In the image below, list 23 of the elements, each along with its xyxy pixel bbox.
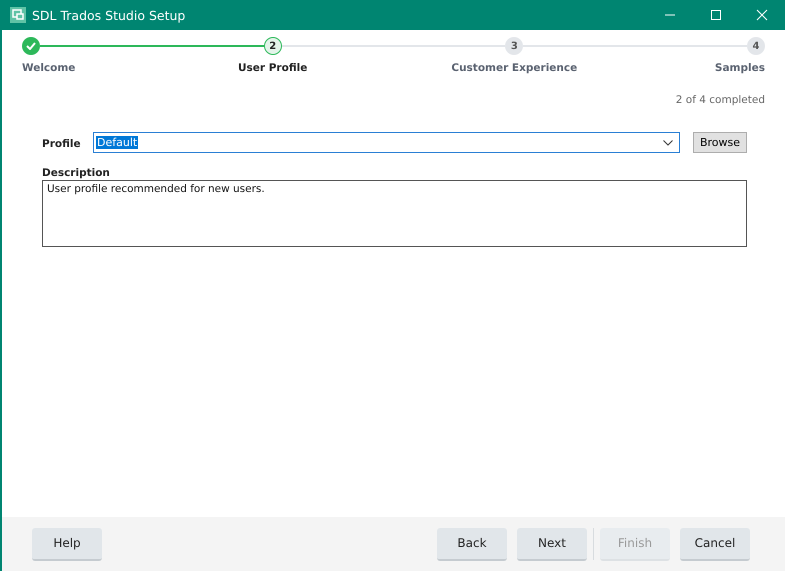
step-circle: 2 <box>264 37 282 55</box>
maximize-icon[interactable] <box>710 9 722 21</box>
description-label: Description <box>42 167 111 179</box>
footer-button[interactable]: Help <box>32 528 102 560</box>
step-label: Customer Experience <box>451 62 578 74</box>
step-label: Welcome <box>22 62 76 74</box>
step-circle: 3 <box>505 37 524 55</box>
step-circle: 4 <box>747 37 766 55</box>
app-icon <box>10 7 26 23</box>
check-icon <box>26 42 36 50</box>
progress-text: 2 of 4 completed <box>676 94 765 106</box>
profile-dropdown[interactable]: Default <box>93 132 680 153</box>
window-title: SDL Trados Studio Setup <box>32 8 186 22</box>
footer-button[interactable]: Cancel <box>680 528 750 560</box>
profile-label: Profile <box>42 137 82 150</box>
footer-button[interactable]: Next <box>517 528 587 560</box>
chevron-down-icon <box>663 140 673 146</box>
close-icon[interactable] <box>756 9 768 21</box>
browse-button[interactable]: Browse <box>693 132 747 153</box>
description-box: User profile recommended for new users. <box>42 180 747 247</box>
footer-button[interactable]: Back <box>437 528 507 560</box>
step-label: Samples <box>714 62 765 74</box>
step-label: User Profile <box>238 62 308 74</box>
